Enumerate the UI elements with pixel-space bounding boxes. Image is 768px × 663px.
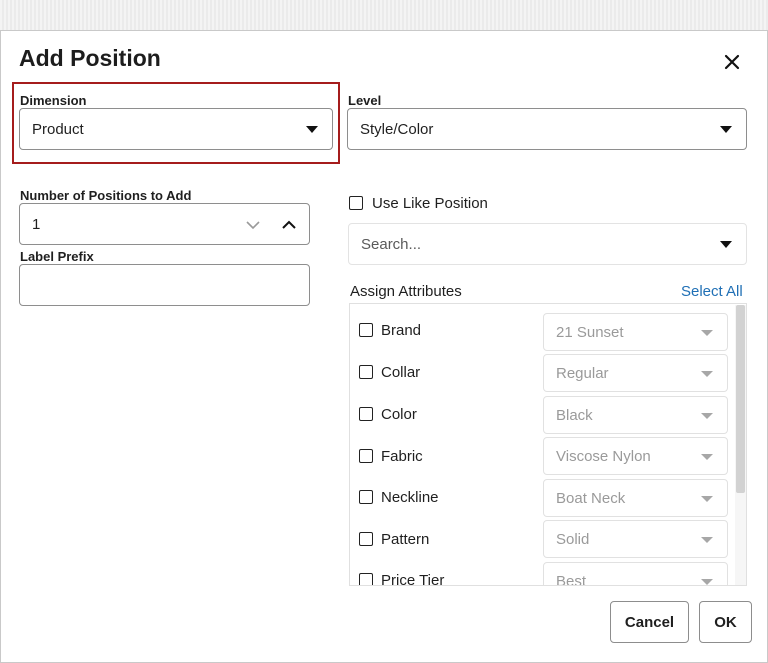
level-value: Style/Color — [360, 120, 434, 138]
attribute-row-brand: Brand 21 Sunset — [350, 313, 735, 354]
caret-down-icon — [701, 454, 713, 460]
dimension-select[interactable]: Product — [19, 108, 333, 150]
attribute-label: Pattern — [381, 531, 430, 548]
add-position-dialog: Add Position Dimension Product Level Sty… — [0, 30, 768, 663]
use-like-position-checkbox[interactable] — [349, 196, 363, 210]
search-placeholder: Search... — [361, 235, 422, 253]
attribute-checkbox-fabric[interactable] — [359, 449, 373, 463]
dimension-label: Dimension — [20, 93, 87, 108]
attribute-label: Collar — [381, 364, 421, 381]
attribute-select-brand[interactable]: 21 Sunset — [543, 313, 728, 351]
attribute-row-pattern: Pattern Solid — [350, 520, 735, 561]
scrollbar-thumb[interactable] — [736, 305, 745, 493]
attribute-select-pattern[interactable]: Solid — [543, 520, 728, 558]
label-prefix-input[interactable] — [19, 264, 310, 306]
caret-down-icon — [701, 537, 713, 543]
attribute-checkbox-neckline[interactable] — [359, 490, 373, 504]
attributes-scrollbar[interactable] — [735, 305, 746, 585]
attribute-value: Black — [556, 406, 593, 424]
caret-down-icon — [701, 579, 713, 585]
ok-button[interactable]: OK — [699, 601, 752, 643]
attribute-value: Boat Neck — [556, 489, 626, 507]
attribute-checkbox-color[interactable] — [359, 407, 373, 421]
attribute-select-color[interactable]: Black — [543, 396, 728, 434]
level-label: Level — [348, 93, 382, 108]
attribute-select-fabric[interactable]: Viscose Nylon — [543, 437, 728, 475]
dialog-title: Add Position — [19, 45, 161, 71]
attribute-row-neckline: Neckline Boat Neck — [350, 479, 735, 520]
attribute-row-color: Color Black — [350, 396, 735, 437]
attribute-checkbox-brand[interactable] — [359, 323, 373, 337]
stepper-decrement-button[interactable] — [242, 214, 264, 236]
level-select[interactable]: Style/Color — [347, 108, 747, 150]
dimension-value: Product — [32, 120, 84, 138]
attribute-row-collar: Collar Regular — [350, 354, 735, 395]
attribute-value: 21 Sunset — [556, 323, 624, 341]
attribute-select-price-tier[interactable]: Best — [543, 562, 728, 586]
chevron-down-icon — [246, 221, 260, 230]
caret-down-icon — [701, 496, 713, 502]
attribute-label: Price Tier — [381, 572, 445, 586]
cancel-button[interactable]: Cancel — [610, 601, 689, 643]
background-page — [0, 0, 768, 32]
attribute-row-price-tier: Price Tier Best — [350, 562, 735, 586]
caret-down-icon — [720, 241, 732, 248]
use-like-position-label: Use Like Position — [372, 195, 488, 212]
stepper-increment-button[interactable] — [278, 214, 300, 236]
attribute-value: Regular — [556, 364, 609, 382]
attribute-value: Solid — [556, 530, 590, 548]
chevron-up-icon — [282, 220, 296, 229]
label-prefix-label: Label Prefix — [20, 249, 94, 264]
caret-down-icon — [701, 413, 713, 419]
attributes-list: Brand 21 Sunset Collar Regular Color Bla… — [349, 303, 747, 586]
select-all-link[interactable]: Select All — [681, 283, 743, 300]
positions-value: 1 — [32, 215, 41, 233]
attribute-select-neckline[interactable]: Boat Neck — [543, 479, 728, 517]
attribute-checkbox-collar[interactable] — [359, 365, 373, 379]
caret-down-icon — [701, 330, 713, 336]
attribute-checkbox-pattern[interactable] — [359, 532, 373, 546]
positions-label: Number of Positions to Add — [20, 188, 192, 203]
caret-down-icon — [306, 126, 318, 133]
positions-stepper[interactable]: 1 — [19, 203, 310, 245]
caret-down-icon — [720, 126, 732, 133]
caret-down-icon — [701, 371, 713, 377]
attribute-label: Brand — [381, 322, 422, 339]
like-position-search[interactable]: Search... — [348, 223, 747, 265]
assign-attributes-title: Assign Attributes — [350, 283, 462, 300]
attribute-label: Color — [381, 406, 417, 423]
attribute-checkbox-price-tier[interactable] — [359, 573, 373, 585]
attribute-label: Neckline — [381, 489, 439, 506]
attribute-label: Fabric — [381, 448, 423, 465]
attribute-row-fabric: Fabric Viscose Nylon — [350, 437, 735, 478]
attribute-select-collar[interactable]: Regular — [543, 354, 728, 392]
attribute-value: Best — [556, 572, 587, 586]
attribute-value: Viscose Nylon — [556, 447, 651, 465]
close-button[interactable] — [717, 47, 747, 77]
close-icon — [724, 54, 740, 70]
